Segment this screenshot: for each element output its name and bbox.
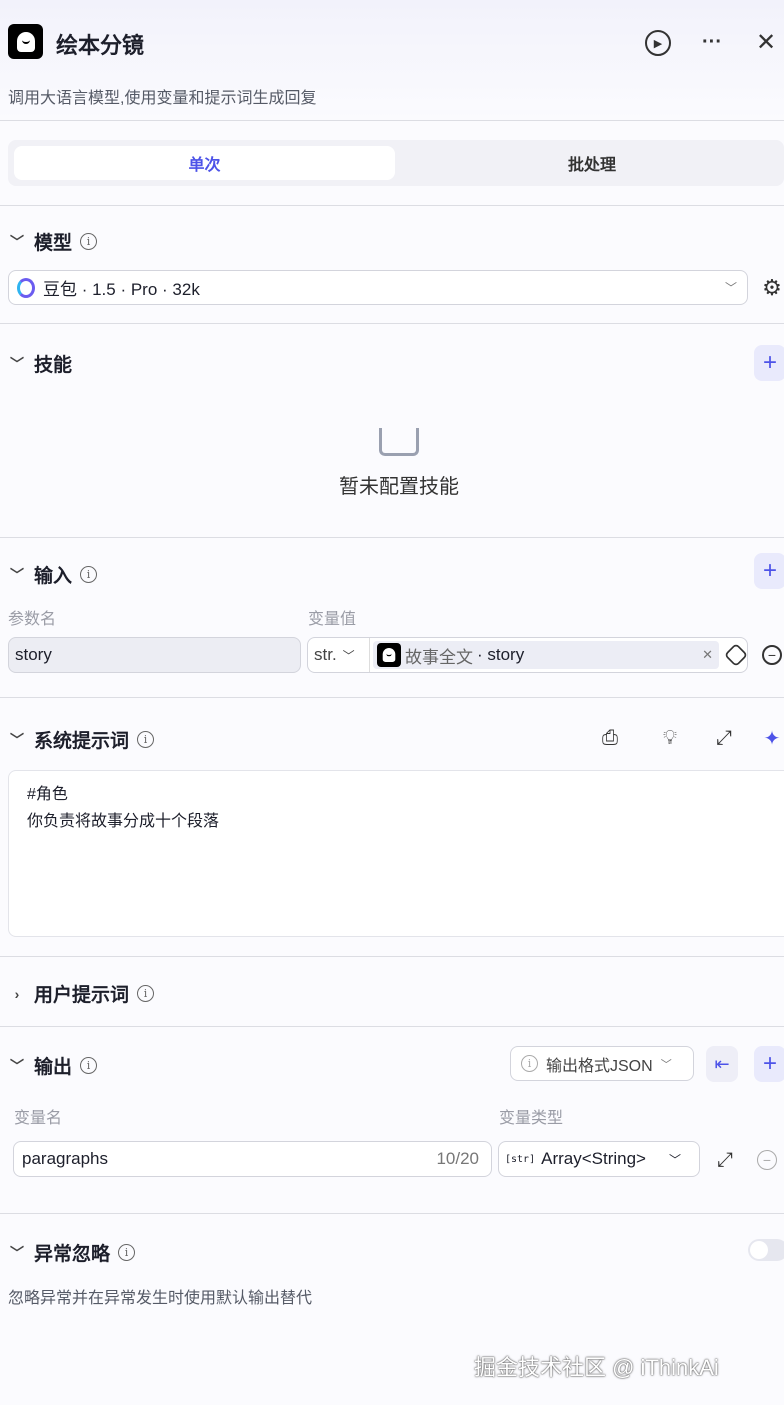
tab-batch[interactable]: 批处理 [400,146,784,180]
chevron-down-icon: ﹀ [660,1058,672,1071]
clear-icon[interactable]: ✕ [702,647,713,663]
section-title: 输出 [34,1057,73,1078]
model-section-header[interactable]: ﹀ 模型 i [8,228,98,255]
divider [0,537,784,538]
chevron-down-icon: ﹀ [342,648,355,663]
skills-empty-text: 暂未配置技能 [339,476,459,498]
info-icon: i [521,1055,538,1072]
settings-icon[interactable]: ⚙ [760,275,784,300]
lightbulb-icon[interactable]: 💡︎ [658,726,682,750]
type-value: str. [314,645,337,664]
chevron-down-icon: ﹀ [668,1152,681,1167]
prompt-library-icon[interactable]: ⎙ [598,726,622,750]
column-label: 参数名 [8,611,57,628]
section-title: 模型 [34,233,73,254]
column-label: 变量名 [14,1110,63,1127]
string-array-icon: [str] [505,1153,536,1165]
output-type-value: Array<String> [541,1149,646,1168]
watermark: 掘金技术社区 @ iThinkAi [474,1355,719,1380]
info-icon[interactable]: i [80,566,98,583]
output-name-value: paragraphs [22,1149,109,1168]
skills-section-header[interactable]: ﹀ 技能 [8,350,72,377]
divider [0,205,784,206]
chevron-down-icon: ﹀ [10,355,24,372]
divider [0,323,784,324]
variable-picker-icon[interactable] [723,642,749,668]
user-prompt-section-header[interactable]: › 用户提示词 i [8,980,155,1007]
column-label: 变量值 [308,611,357,628]
param-value-field: str. ﹀ 故事全文 · story ✕ [307,637,749,673]
system-prompt-editor[interactable]: #角色 你负责将故事分成十个段落 [8,770,784,937]
system-prompt-section-header[interactable]: ﹀ 系统提示词 i [8,726,155,753]
info-icon[interactable]: i [80,1057,98,1074]
run-icon[interactable]: ▶ [645,30,671,56]
ghost-icon [16,31,35,52]
section-title: 用户提示词 [34,985,130,1006]
exception-description: 忽略异常并在异常发生时使用默认输出替代 [8,1290,313,1307]
ai-sparkle-icon[interactable]: ✦ [760,726,784,750]
output-format-value: 输出格式JSON [546,1057,653,1075]
info-icon[interactable]: i [137,985,155,1002]
empty-inbox-icon [379,428,419,456]
divider [0,1213,784,1214]
divider [0,1026,784,1027]
chevron-down-icon: ﹀ [10,233,24,250]
chevron-right-icon: › [14,985,20,1002]
model-select[interactable]: 豆包 · 1.5 · Pro · 32k ﹀ [8,270,748,305]
remove-icon[interactable]: − [757,1150,777,1170]
divider [0,697,784,698]
prompt-line: #角色 [27,786,68,803]
chevron-down-icon: ﹀ [10,1057,24,1074]
output-section-header[interactable]: ﹀ 输出 i [8,1052,98,1079]
section-title: 输入 [34,566,73,587]
section-title: 技能 [34,355,73,376]
column-label: 变量类型 [499,1110,564,1127]
ghost-icon [377,643,401,667]
expand-icon[interactable]: ⤢ [712,726,736,750]
ref-source: 故事全文 [405,647,473,667]
section-title: 系统提示词 [34,731,130,752]
model-value: 豆包 · 1.5 · Pro · 32k [43,280,200,299]
add-skill-button[interactable]: + [754,345,784,381]
node-logo [8,24,43,59]
add-output-button[interactable]: + [754,1046,784,1082]
exception-section-header[interactable]: ﹀ 异常忽略 i [8,1239,136,1266]
output-name-input[interactable]: paragraphs 10/20 [13,1141,492,1177]
char-count: 10/20 [436,1149,479,1168]
info-icon[interactable]: i [80,233,98,250]
chevron-down-icon: ﹀ [10,566,24,583]
output-type-select[interactable]: [str] Array<String> ﹀ [498,1141,700,1177]
type-select[interactable]: str. ﹀ [308,638,370,672]
ref-variable: · story [477,645,525,664]
node-description: 调用大语言模型,使用变量和提示词生成回复 [8,90,317,107]
add-input-button[interactable]: + [754,553,784,589]
output-format-select[interactable]: i 输出格式JSON ﹀ [510,1046,694,1081]
chevron-down-icon: ﹀ [10,1244,24,1261]
remove-icon[interactable]: − [762,645,782,665]
doubao-icon [17,277,35,298]
info-icon[interactable]: i [137,731,155,748]
chevron-down-icon: ﹀ [724,281,737,295]
info-icon[interactable]: i [118,1244,136,1261]
expand-icon[interactable]: ⤢ [713,1148,737,1172]
param-name-input[interactable]: story [8,637,301,673]
import-output-button[interactable]: ⇤ [706,1046,738,1082]
tab-single[interactable]: 单次 [14,146,395,180]
close-icon[interactable]: ✕ [752,28,780,56]
more-icon[interactable]: ··· [698,28,726,56]
exception-toggle[interactable] [748,1239,784,1261]
divider [0,956,784,957]
variable-reference-tag[interactable]: 故事全文 · story ✕ [373,641,719,669]
input-section-header[interactable]: ﹀ 输入 i [8,561,98,588]
prompt-line: 你负责将故事分成十个段落 [27,813,220,830]
chevron-down-icon: ﹀ [10,731,24,748]
divider [0,120,784,121]
node-title: 绘本分镜 [56,33,145,58]
section-title: 异常忽略 [34,1244,111,1265]
